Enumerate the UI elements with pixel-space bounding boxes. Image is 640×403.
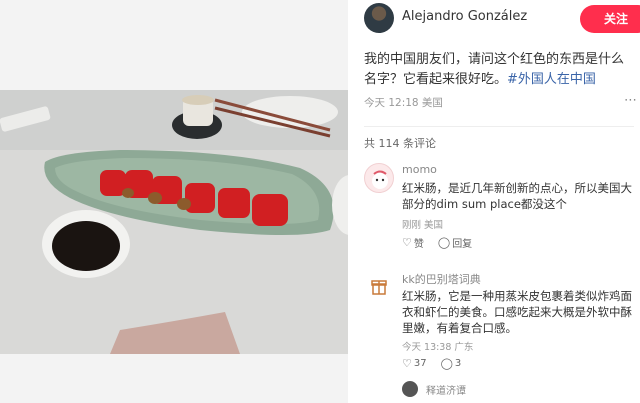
comment-actions: ♡ 赞 ◯ 回复 (402, 235, 486, 250)
comment-count: 共 114 条评论 (364, 137, 436, 150)
ellipsis-icon[interactable]: ⋯ (624, 93, 637, 108)
reply-name: 释道济谭 (426, 386, 466, 397)
like-count: 37 (413, 358, 427, 369)
post-photo[interactable] (0, 90, 348, 354)
like-label: 赞 (413, 239, 424, 250)
comment-actions: ♡ 37 ◯ 3 (402, 357, 475, 370)
reply-count: 3 (454, 358, 462, 369)
commenter-avatar[interactable] (364, 163, 394, 193)
author-name[interactable]: Alejandro González (402, 9, 527, 24)
gift-icon (371, 280, 387, 295)
like-button[interactable]: ♡ 37 (402, 357, 427, 370)
like-button[interactable]: ♡ 赞 (402, 235, 424, 250)
heart-icon: ♡ (402, 357, 412, 370)
food-photo-illustration (0, 90, 348, 354)
comment-bubble-icon: ◯ (440, 357, 453, 370)
post-body: 我的中国朋友们，请问这个红色的东西是什么名字？它看起来很好吃。#外国人在中国 (364, 50, 630, 90)
commenter-name[interactable]: kk的巴别塔词典 (402, 271, 481, 287)
comment-item: kk的巴别塔词典 红米肠，它是一种用蒸米皮包裹着类似炸鸡面衣和虾仁的美食。口感吃… (364, 271, 636, 375)
comment-time: 今天 13:38 广东 (402, 342, 474, 353)
reply-preview[interactable]: 释道济谭 (402, 380, 632, 400)
post-meta: 今天 12:18 美国 (364, 97, 443, 109)
commenter-avatar[interactable] (364, 271, 394, 301)
comment-text: 红米肠，它是一种用蒸米皮包裹着类似炸鸡面衣和虾仁的美食。口感吃起来大概是外软中酥… (402, 289, 632, 335)
author-avatar[interactable] (364, 3, 394, 33)
author-row: Alejandro González 关注 (364, 2, 640, 34)
follow-button[interactable]: 关注 (580, 5, 640, 33)
cartoon-avatar-icon (372, 170, 388, 189)
divider (364, 126, 634, 127)
reply-button[interactable]: ◯ 3 (441, 357, 462, 370)
reply-avatar (402, 381, 418, 397)
image-viewer (0, 0, 348, 403)
comment-bubble-icon: ◯ (437, 236, 451, 249)
heart-icon: ♡ (402, 236, 412, 249)
reply-button[interactable]: ◯ 回复 (438, 235, 472, 250)
comment-text: 红米肠，是近几年新创新的点心，所以美国大部分的dim sum place都没这个 (402, 181, 632, 211)
post-detail-panel: Alejandro González 关注 我的中国朋友们，请问这个红色的东西是… (348, 0, 640, 403)
commenter-name[interactable]: momo (402, 163, 437, 176)
comment-time: 刚刚 美国 (402, 220, 444, 231)
reply-label: 回复 (452, 239, 473, 250)
comment-item: momo 红米肠，是近几年新创新的点心，所以美国大部分的dim sum plac… (364, 163, 636, 253)
hashtag-link[interactable]: #外国人在中国 (507, 72, 596, 87)
